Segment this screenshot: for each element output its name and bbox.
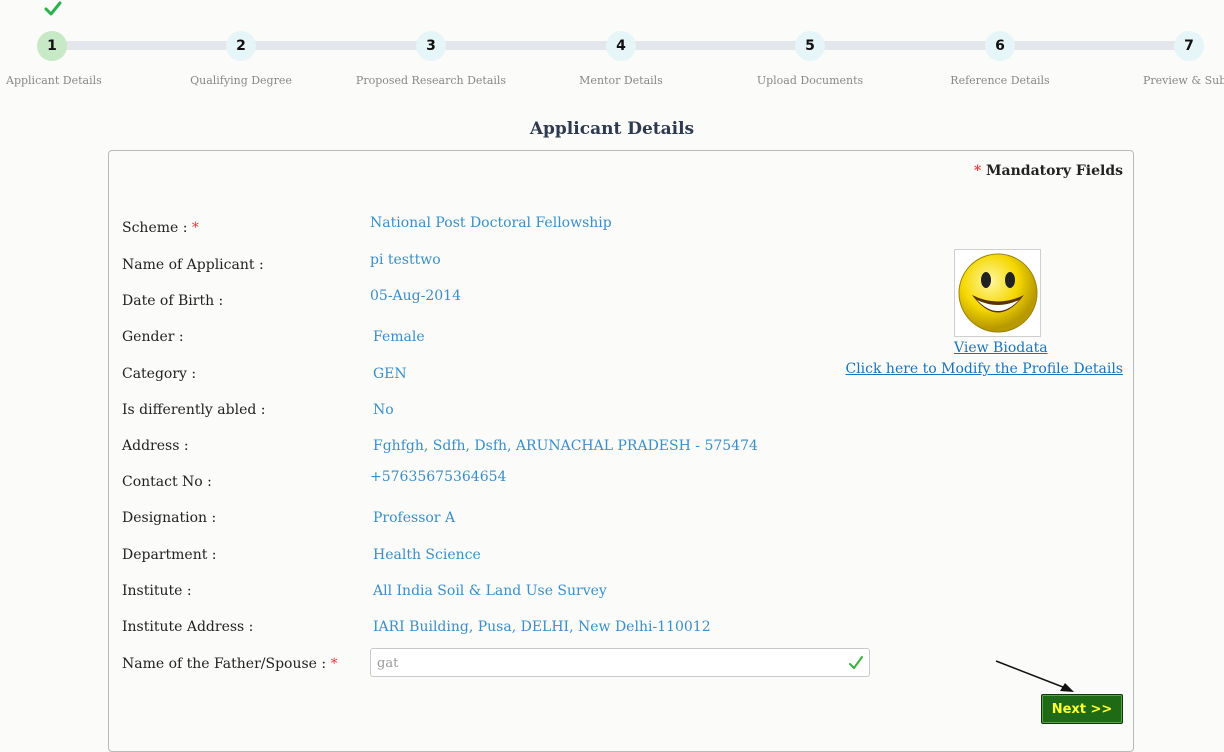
field-value: pi testtwo — [370, 252, 441, 268]
smiley-face-icon — [958, 253, 1038, 333]
field-institute: Institute : All India Soil & Land Use Su… — [122, 583, 862, 607]
field-gender: Gender : Female — [122, 329, 862, 353]
field-label: Institute : — [122, 583, 192, 599]
field-institute-address: Institute Address : IARI Building, Pusa,… — [122, 619, 862, 643]
step-number: 2 — [226, 31, 256, 61]
step-number: 4 — [606, 31, 636, 61]
field-value: No — [373, 402, 394, 418]
field-value: Professor A — [373, 510, 456, 526]
field-category: Category : GEN — [122, 366, 862, 390]
mandatory-fields-note: * Mandatory Fields — [974, 163, 1123, 179]
view-biodata-link[interactable]: View Biodata — [954, 340, 1048, 356]
father-spouse-input[interactable]: gat — [370, 648, 870, 677]
step-label: Proposed Research Details — [355, 74, 507, 87]
step-number: 6 — [985, 31, 1015, 61]
step-number: 5 — [795, 31, 825, 61]
valid-check-icon — [849, 656, 863, 669]
required-star: * — [973, 163, 982, 179]
field-applicant-name: Name of Applicant : pi testtwo — [122, 252, 862, 281]
field-value: +57635675364654 — [370, 469, 507, 485]
field-department: Department : Health Science — [122, 547, 862, 571]
father-spouse-value: gat — [377, 656, 399, 671]
field-address: Address : Fghfgh, Sdfh, Dsfh, ARUNACHAL … — [122, 438, 862, 462]
modify-profile-link[interactable]: Click here to Modify the Profile Details — [845, 361, 1123, 377]
applicant-details-panel: * Mandatory Fields Scheme : * National P… — [108, 150, 1134, 752]
field-label: Institute Address : — [122, 619, 254, 635]
field-value: IARI Building, Pusa, DELHI, New Delhi-11… — [373, 619, 711, 635]
step-label: Applicant Details — [6, 74, 102, 87]
field-label: Contact No : — [122, 474, 212, 490]
field-scheme: Scheme : * National Post Doctoral Fellow… — [122, 215, 862, 244]
field-label: Date of Birth : — [122, 293, 224, 309]
step-label: Qualifying Degree — [190, 74, 292, 87]
annotation-arrow-icon — [995, 660, 1074, 692]
field-label: Department : — [122, 547, 217, 563]
field-designation: Designation : Professor A — [122, 510, 862, 534]
required-star: * — [330, 656, 338, 672]
field-label: Gender : — [122, 329, 184, 345]
field-label: Name of the Father/Spouse : * — [122, 656, 338, 672]
step-complete-check-icon — [44, 1, 62, 16]
step-number: 7 — [1174, 31, 1204, 61]
field-value: Fghfgh, Sdfh, Dsfh, ARUNACHAL PRADESH - … — [373, 438, 758, 454]
field-contact-no: Contact No : +57635675364654 — [122, 469, 862, 498]
field-value: All India Soil & Land Use Survey — [373, 583, 607, 599]
field-value: National Post Doctoral Fellowship — [370, 215, 612, 231]
field-value: Health Science — [373, 547, 481, 563]
step-label: Reference Details — [950, 74, 1050, 87]
field-label: Scheme : * — [122, 220, 199, 236]
step-label: Upload Documents — [756, 74, 864, 87]
field-label: Name of Applicant : — [122, 257, 264, 273]
field-value: GEN — [373, 366, 407, 382]
required-star: * — [191, 220, 199, 236]
field-label: Designation : — [122, 510, 217, 526]
field-label: Is differently abled : — [122, 402, 266, 418]
step-number: 1 — [37, 31, 67, 61]
field-differently-abled: Is differently abled : No — [122, 402, 862, 426]
page-title: Applicant Details — [529, 119, 695, 139]
step-number: 3 — [416, 31, 446, 61]
step-label: Mentor Details — [579, 74, 663, 87]
field-label: Address : — [122, 438, 189, 454]
field-value: Female — [373, 329, 425, 345]
step-label: Preview & Subm — [1143, 74, 1224, 87]
field-value: 05-Aug-2014 — [370, 288, 461, 304]
mandatory-fields-label: Mandatory Fields — [986, 163, 1123, 179]
progress-stepper: 1 Applicant Details 2 Qualifying Degree … — [0, 0, 1224, 100]
next-button[interactable]: Next >> — [1041, 694, 1123, 724]
applicant-photo — [954, 249, 1041, 337]
field-date-of-birth: Date of Birth : 05-Aug-2014 — [122, 288, 862, 317]
field-label: Category : — [122, 366, 197, 382]
